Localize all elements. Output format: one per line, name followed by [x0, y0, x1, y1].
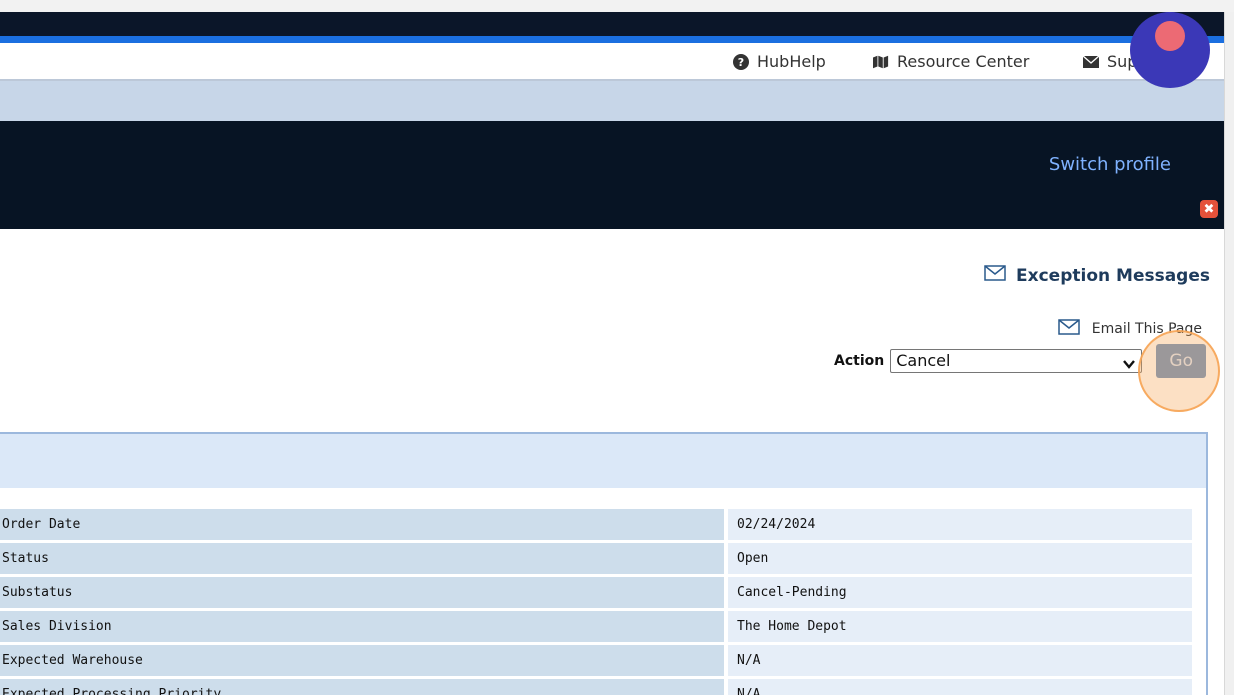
row-value: N/A: [724, 645, 1192, 676]
row-label: Sales Division: [0, 611, 724, 642]
app-window: ? HubHelp Resource Center Support Switch…: [0, 12, 1224, 695]
sub-navigation-bar: [0, 81, 1224, 121]
order-details-panel: Order Date 02/24/2024 Status Open Substa…: [0, 432, 1208, 695]
table-row: Expected Processing Priority N/A: [0, 679, 1192, 695]
email-this-page-link[interactable]: Email This Page: [1058, 319, 1202, 339]
row-label: Expected Processing Priority: [0, 679, 724, 695]
svg-text:?: ?: [738, 56, 744, 69]
table-row: Sales Division The Home Depot: [0, 611, 1192, 642]
row-value: Cancel-Pending: [724, 577, 1192, 608]
row-label: Order Date: [0, 509, 724, 540]
resource-center-link[interactable]: Resource Center: [873, 52, 1029, 71]
accent-stripe: [0, 36, 1224, 43]
row-label: Status: [0, 543, 724, 574]
record-dot-icon: [1155, 21, 1185, 51]
row-value: N/A: [724, 679, 1192, 695]
profile-banner: Switch profile ✖: [0, 121, 1224, 229]
exception-messages-link[interactable]: Exception Messages: [984, 265, 1210, 286]
email-this-page-label: Email This Page: [1091, 321, 1202, 337]
envelope-outline-icon: [1058, 319, 1080, 339]
resource-center-label: Resource Center: [897, 52, 1030, 71]
top-bar: [0, 12, 1224, 36]
switch-profile-link[interactable]: Switch profile: [1049, 154, 1171, 175]
row-value: The Home Depot: [724, 611, 1192, 642]
row-label: Substatus: [0, 577, 724, 608]
chevron-down-icon: [1123, 354, 1136, 369]
utility-bar: ? HubHelp Resource Center Support: [0, 43, 1224, 81]
action-label: Action: [834, 353, 885, 369]
action-selected-value: Cancel: [896, 351, 951, 370]
envelope-icon: [1083, 54, 1099, 70]
row-value: Open: [724, 543, 1192, 574]
close-icon[interactable]: ✖: [1200, 200, 1218, 218]
panel-header: [0, 434, 1206, 488]
action-row: Action Cancel Go: [834, 344, 1207, 378]
hubhelp-link[interactable]: ? HubHelp: [733, 52, 826, 71]
recording-badge[interactable]: [1130, 12, 1210, 88]
row-label: Expected Warehouse: [0, 645, 724, 676]
envelope-outline-icon: [984, 265, 1006, 286]
action-select[interactable]: Cancel: [890, 349, 1143, 373]
map-icon: [873, 54, 889, 70]
order-details-table: Order Date 02/24/2024 Status Open Substa…: [0, 506, 1192, 695]
table-row: Status Open: [0, 543, 1192, 574]
table-row: Expected Warehouse N/A: [0, 645, 1192, 676]
hubhelp-label: HubHelp: [757, 52, 826, 71]
exception-messages-label: Exception Messages: [1016, 265, 1210, 286]
scrollbar[interactable]: [1224, 12, 1234, 695]
table-row: Substatus Cancel-Pending: [0, 577, 1192, 608]
table-row: Order Date 02/24/2024: [0, 509, 1192, 540]
go-button[interactable]: Go: [1156, 344, 1207, 378]
question-circle-icon: ?: [733, 53, 749, 70]
row-value: 02/24/2024: [724, 509, 1192, 540]
